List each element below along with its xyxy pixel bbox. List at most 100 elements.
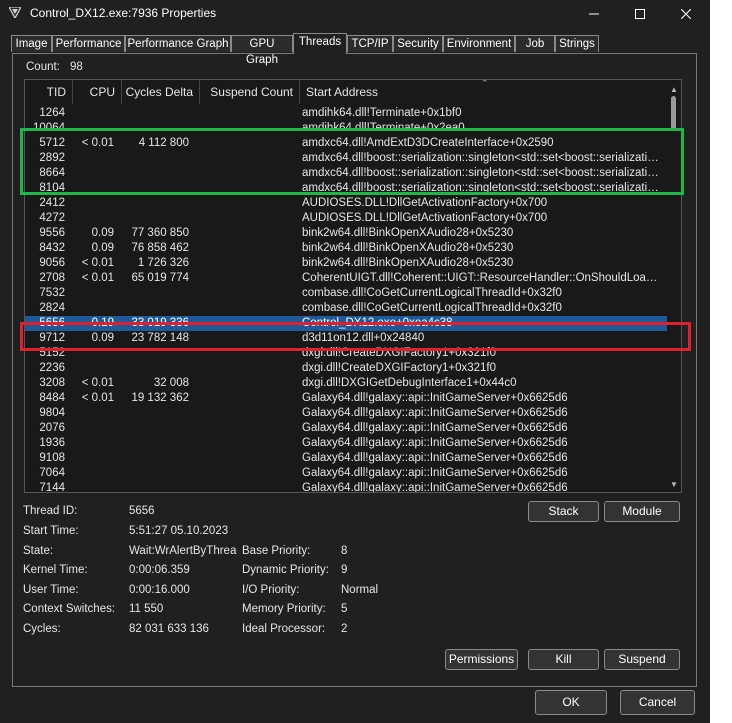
context-switches-label: Context Switches: [23, 603, 116, 615]
cell-start-address: bink2w64.dll!BinkOpenXAudio28+0x5230 [302, 242, 514, 254]
table-row[interactable]: 2824 combase.dll!CoGetCurrentLogicalThrea… [25, 301, 667, 316]
table-row[interactable]: 4272 AUDIOSES.DLL!DllGetActivationFactory… [25, 211, 667, 226]
table-row[interactable]: 2708 < 0.01 65 019 774 CoherentUIGT.dll!Coh… [25, 271, 667, 286]
kernel-time-label: Kernel Time: [23, 564, 88, 576]
column-header-cpu[interactable]: CPU [73, 80, 122, 104]
tab-environment[interactable]: Environment [443, 35, 515, 52]
column-header-suspend-count[interactable]: Suspend Count [200, 80, 300, 104]
table-row[interactable]: 9108 Galaxy64.dll!galaxy::api::InitGameSe… [25, 451, 667, 466]
ideal-processor-value: 2 [341, 623, 348, 635]
tab-strings[interactable]: Strings [555, 35, 599, 52]
cell-start-address: bink2w64.dll!BinkOpenXAudio28+0x5230 [302, 257, 514, 269]
table-row[interactable]: 9804 Galaxy64.dll!galaxy::api::InitGameSe… [25, 406, 667, 421]
scroll-down-icon[interactable]: ▼ [670, 480, 678, 489]
table-row[interactable]: 2236 dxgi.dll!CreateDXGIFactory1+0x321f0 [25, 361, 667, 376]
cell-tid: 3208 [39, 377, 65, 389]
suspend-button[interactable]: Suspend [604, 649, 680, 670]
tab-gpu-graph[interactable]: GPU Graph [231, 35, 293, 66]
red-highlight-box [20, 322, 691, 351]
cell-tid: 4272 [39, 212, 65, 224]
table-row[interactable]: 1936 Galaxy64.dll!galaxy::api::InitGameSe… [25, 436, 667, 451]
cell-cpu: < 0.01 [81, 272, 114, 284]
table-row[interactable]: 1264 amdihk64.dll!Terminate+0x1bf0 [25, 106, 667, 121]
table-row[interactable]: 9056 < 0.01 1 726 326 bink2w64.dll!BinkOpen… [25, 256, 667, 271]
table-row[interactable]: 7532 combase.dll!CoGetCurrentLogicalThrea… [25, 286, 667, 301]
cell-tid: 2236 [39, 362, 65, 374]
tab-threads[interactable]: Threads [293, 33, 347, 54]
cell-tid: 2824 [39, 302, 65, 314]
table-row[interactable]: 7144 Galaxy64.dll!galaxy::api::InitGameSe… [25, 481, 667, 492]
table-row[interactable]: 3208 < 0.01 32 008 dxgi.dll!DXGIGetDebugInt… [25, 376, 667, 391]
thread-id-value: 5656 [129, 505, 155, 517]
cell-cpu: < 0.01 [81, 257, 114, 269]
table-row[interactable]: 2076 Galaxy64.dll!galaxy::api::InitGameSe… [25, 421, 667, 436]
stack-button[interactable]: Stack [528, 501, 599, 522]
cell-cpu: 0.09 [91, 227, 114, 239]
memory-priority-value: 5 [341, 603, 348, 615]
column-header-tid[interactable]: TID [25, 80, 73, 104]
count-value: 98 [70, 61, 83, 73]
cell-cpu: < 0.01 [81, 377, 114, 389]
table-row[interactable]: 2412 AUDIOSES.DLL!DllGetActivationFactory… [25, 196, 667, 211]
scroll-up-icon[interactable]: ▲ [670, 85, 678, 94]
title-bar: Control_DX12.exe:7936 Properties [0, 0, 710, 27]
table-row[interactable]: 8484 < 0.01 19 132 362 Galaxy64.dll!galaxy:… [25, 391, 667, 406]
cell-cycles-delta: 65 019 774 [131, 272, 189, 284]
cell-tid: 7532 [39, 287, 65, 299]
tab-image[interactable]: Image [11, 35, 52, 52]
window-title: Control_DX12.exe:7936 Properties [30, 6, 217, 20]
table-row[interactable]: 8432 0.09 76 858 462 bink2w64.dll!BinkOpenX… [25, 241, 667, 256]
user-time-value: 0:00:16.000 [129, 584, 190, 596]
kill-button[interactable]: Kill [528, 649, 599, 670]
table-row[interactable]: 9556 0.09 77 360 850 bink2w64.dll!BinkOpenX… [25, 226, 667, 241]
scrollbar-thumb[interactable] [671, 96, 676, 130]
sort-ascending-icon: ⌃ [481, 79, 489, 88]
tab-security[interactable]: Security [393, 35, 443, 52]
module-button[interactable]: Module [604, 501, 680, 522]
cell-tid: 1936 [39, 437, 65, 449]
cell-tid: 9108 [39, 452, 65, 464]
cell-tid: 9556 [39, 227, 65, 239]
user-time-label: User Time: [23, 584, 79, 596]
cell-start-address: AUDIOSES.DLL!DllGetActivationFactory+0x7… [302, 197, 548, 209]
cell-start-address: combase.dll!CoGetCurrentLogicalThreadId+… [302, 302, 562, 314]
close-button[interactable] [663, 0, 709, 27]
tab-performance[interactable]: Performance [52, 35, 125, 52]
base-priority-label: Base Priority: [242, 545, 311, 557]
dynamic-priority-value: 9 [341, 564, 348, 576]
maximize-icon [635, 8, 645, 19]
tab-job[interactable]: Job [515, 35, 555, 52]
column-header-cycles-delta[interactable]: Cycles Delta [122, 80, 200, 104]
ok-button[interactable]: OK [535, 690, 607, 715]
tab-performance-graph[interactable]: Performance Graph [125, 35, 231, 52]
cell-tid: 2412 [39, 197, 65, 209]
cell-tid: 9056 [39, 257, 65, 269]
cell-start-address: Galaxy64.dll!galaxy::api::InitGameServer… [302, 407, 568, 419]
cell-start-address: CoherentUIGT.dll!Coherent::UIGT::Resourc… [302, 272, 662, 284]
ideal-processor-label: Ideal Processor: [242, 623, 326, 635]
permissions-button[interactable]: Permissions [445, 649, 518, 670]
memory-priority-label: Memory Priority: [242, 603, 326, 615]
io-priority-value: Normal [341, 584, 379, 596]
io-priority-label: I/O Priority: [242, 584, 300, 596]
cell-tid: 7064 [39, 467, 65, 479]
close-icon [681, 8, 691, 19]
cell-cycles-delta: 19 132 362 [131, 392, 189, 404]
cycles-label: Cycles: [23, 623, 61, 635]
table-row[interactable]: 7064 Galaxy64.dll!galaxy::api::InitGameSe… [25, 466, 667, 481]
cell-start-address: dxgi.dll!DXGIGetDebugInterface1+0x44c0 [302, 377, 517, 389]
tab-tcpip[interactable]: TCP/IP [347, 35, 393, 52]
cell-start-address: combase.dll!CoGetCurrentLogicalThreadId+… [302, 287, 562, 299]
maximize-button[interactable] [617, 0, 663, 27]
kernel-time-value: 0:00:06.359 [129, 564, 190, 576]
cancel-button[interactable]: Cancel [620, 690, 695, 715]
dynamic-priority-label: Dynamic Priority: [242, 564, 329, 576]
green-highlight-box [20, 128, 684, 195]
start-time-label: Start Time: [23, 525, 79, 537]
state-label: State: [23, 545, 54, 557]
cell-start-address: Galaxy64.dll!galaxy::api::InitGameServer… [302, 392, 568, 404]
cell-tid: 9804 [39, 407, 65, 419]
cell-tid: 2708 [39, 272, 65, 284]
cell-tid: 8484 [39, 392, 65, 404]
minimize-button[interactable] [571, 0, 617, 27]
